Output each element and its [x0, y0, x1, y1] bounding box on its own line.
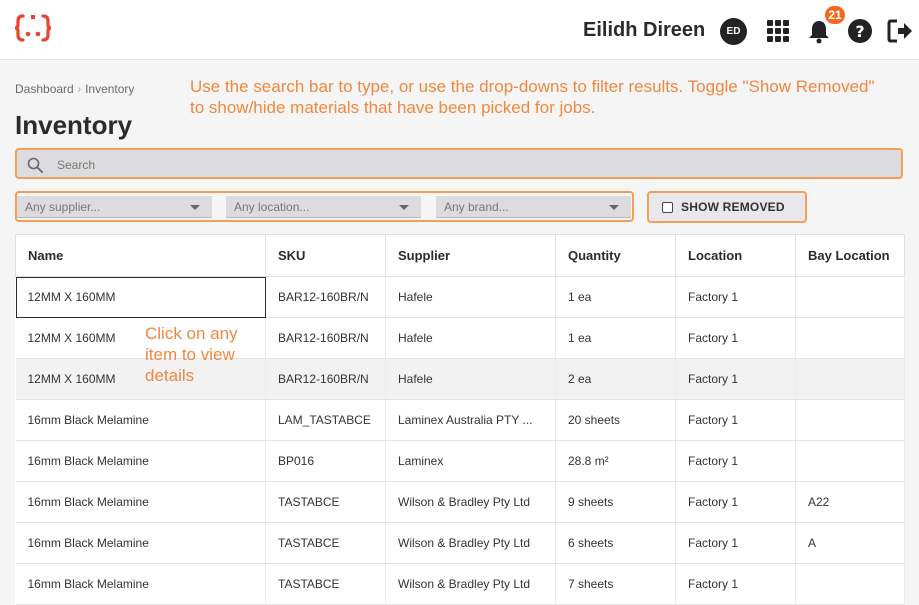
- cell-sku[interactable]: TASTABCE: [265, 563, 386, 605]
- location-select-value: Any location...: [234, 200, 310, 214]
- supplier-select-value: Any supplier...: [25, 200, 101, 214]
- breadcrumb-dashboard[interactable]: Dashboard: [15, 82, 74, 96]
- logout-icon[interactable]: [887, 18, 913, 44]
- hint-search-filter: Use the search bar to type, or use the d…: [190, 77, 875, 117]
- cell-location[interactable]: Factory 1: [675, 440, 796, 482]
- breadcrumb: Dashboard › Inventory: [15, 82, 134, 96]
- cell-bay-location[interactable]: [795, 358, 905, 400]
- cell-quantity[interactable]: 20 sheets: [555, 399, 676, 441]
- table-row[interactable]: 16mm Black Melamine TASTABCE Wilson & Br…: [15, 481, 905, 523]
- cell-sku[interactable]: BAR12-160BR/N: [265, 358, 386, 400]
- cell-name[interactable]: 16mm Black Melamine: [15, 399, 266, 441]
- show-removed-checkbox[interactable]: [662, 201, 673, 213]
- cell-supplier[interactable]: Wilson & Bradley Pty Ltd: [385, 522, 556, 564]
- cell-name[interactable]: 16mm Black Melamine: [15, 563, 266, 605]
- cell-supplier[interactable]: Wilson & Bradley Pty Ltd: [385, 481, 556, 523]
- brand-select-value: Any brand...: [444, 200, 509, 214]
- column-header-supplier[interactable]: Supplier: [385, 234, 556, 277]
- cell-location[interactable]: Factory 1: [675, 399, 796, 441]
- cell-sku[interactable]: BP016: [265, 440, 386, 482]
- filter-dropdowns: Any supplier... Any location... Any bran…: [15, 191, 634, 222]
- cell-location[interactable]: Factory 1: [675, 522, 796, 564]
- cell-name[interactable]: 16mm Black Melamine: [15, 481, 266, 523]
- cell-supplier[interactable]: Hafele: [385, 317, 556, 359]
- table-row[interactable]: 16mm Black Melamine TASTABCE Wilson & Br…: [15, 563, 905, 605]
- app-logo-icon[interactable]: [14, 12, 52, 44]
- cell-name[interactable]: 16mm Black Melamine: [15, 522, 266, 564]
- cell-sku[interactable]: TASTABCE: [265, 522, 386, 564]
- table-row[interactable]: 12MM X 160MM BAR12-160BR/N Hafele 1 ea F…: [15, 276, 905, 318]
- chevron-right-icon: ›: [77, 83, 82, 95]
- cell-quantity[interactable]: 9 sheets: [555, 481, 676, 523]
- top-bar: Eilidh Direen ED 21 ?: [0, 0, 919, 60]
- cell-supplier[interactable]: Hafele: [385, 358, 556, 400]
- table-row[interactable]: 16mm Black Melamine TASTABCE Wilson & Br…: [15, 522, 905, 564]
- table-header-row: Name SKU Supplier Quantity Location Bay …: [15, 234, 905, 277]
- svg-text:?: ?: [855, 22, 864, 41]
- user-name[interactable]: Eilidh Direen: [583, 19, 705, 42]
- avatar[interactable]: ED: [720, 18, 747, 45]
- cell-location[interactable]: Factory 1: [675, 276, 796, 318]
- cell-sku[interactable]: BAR12-160BR/N: [265, 317, 386, 359]
- notification-badge[interactable]: 21: [823, 4, 847, 26]
- search-input[interactable]: [55, 154, 879, 176]
- cell-name[interactable]: 12MM X 160MM: [15, 276, 266, 318]
- show-removed-toggle[interactable]: SHOW REMOVED: [647, 191, 807, 223]
- table-row[interactable]: 16mm Black Melamine LAM_TASTABCE Laminex…: [15, 399, 905, 441]
- help-icon[interactable]: ?: [847, 18, 873, 44]
- cell-bay-location[interactable]: A: [795, 522, 905, 564]
- cell-bay-location[interactable]: [795, 563, 905, 605]
- cell-sku[interactable]: LAM_TASTABCE: [265, 399, 386, 441]
- column-header-quantity[interactable]: Quantity: [555, 234, 676, 277]
- cell-sku[interactable]: TASTABCE: [265, 481, 386, 523]
- location-select[interactable]: Any location...: [226, 196, 421, 218]
- cell-quantity[interactable]: 6 sheets: [555, 522, 676, 564]
- page-title: Inventory: [15, 110, 133, 140]
- cell-name[interactable]: 16mm Black Melamine: [15, 440, 266, 482]
- apps-grid-icon[interactable]: [765, 18, 791, 44]
- column-header-name[interactable]: Name: [15, 234, 266, 277]
- search-icon: [27, 157, 43, 173]
- cell-supplier[interactable]: Laminex Australia PTY ...: [385, 399, 556, 441]
- column-header-location[interactable]: Location: [675, 234, 796, 277]
- chevron-down-icon: [190, 205, 200, 210]
- cell-bay-location[interactable]: [795, 276, 905, 318]
- cell-quantity[interactable]: 7 sheets: [555, 563, 676, 605]
- cell-location[interactable]: Factory 1: [675, 481, 796, 523]
- cell-location[interactable]: Factory 1: [675, 317, 796, 359]
- chevron-down-icon: [609, 205, 619, 210]
- cell-quantity[interactable]: 28.8 m²: [555, 440, 676, 482]
- breadcrumb-inventory: Inventory: [85, 82, 135, 96]
- chevron-down-icon: [399, 205, 409, 210]
- cell-quantity[interactable]: 1 ea: [555, 276, 676, 318]
- cell-quantity[interactable]: 1 ea: [555, 317, 676, 359]
- column-header-sku[interactable]: SKU: [265, 234, 386, 277]
- inventory-table: Name SKU Supplier Quantity Location Bay …: [15, 234, 905, 605]
- cell-supplier[interactable]: Wilson & Bradley Pty Ltd: [385, 563, 556, 605]
- cell-quantity[interactable]: 2 ea: [555, 358, 676, 400]
- cell-supplier[interactable]: Laminex: [385, 440, 556, 482]
- show-removed-label: SHOW REMOVED: [681, 200, 785, 214]
- cell-bay-location[interactable]: [795, 440, 905, 482]
- supplier-select[interactable]: Any supplier...: [17, 196, 212, 218]
- hint-click-item: Click on any item to view details: [145, 324, 238, 385]
- cell-location[interactable]: Factory 1: [675, 358, 796, 400]
- table-row[interactable]: 16mm Black Melamine BP016 Laminex 28.8 m…: [15, 440, 905, 482]
- cell-location[interactable]: Factory 1: [675, 563, 796, 605]
- search-bar[interactable]: [15, 148, 903, 179]
- cell-bay-location[interactable]: A22: [795, 481, 905, 523]
- cell-sku[interactable]: BAR12-160BR/N: [265, 276, 386, 318]
- brand-select[interactable]: Any brand...: [436, 196, 631, 218]
- cell-bay-location[interactable]: [795, 399, 905, 441]
- cell-supplier[interactable]: Hafele: [385, 276, 556, 318]
- cell-bay-location[interactable]: [795, 317, 905, 359]
- column-header-bay-location[interactable]: Bay Location: [795, 234, 905, 277]
